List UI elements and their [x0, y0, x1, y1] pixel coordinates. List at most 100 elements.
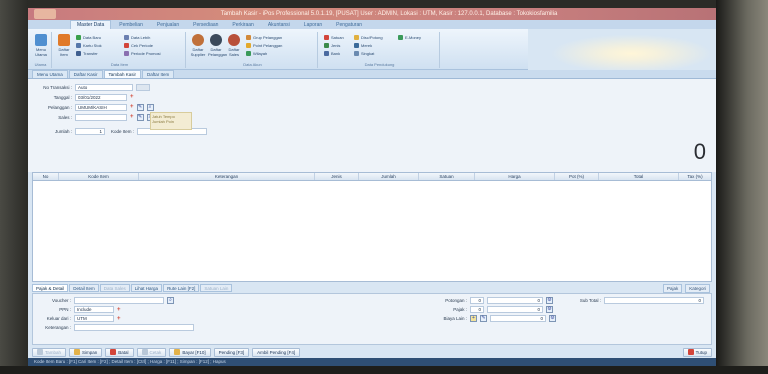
tab-data-sales[interactable]: Data Sales — [99, 284, 130, 292]
tutup-button[interactable]: Tutup — [682, 347, 712, 357]
sales-input[interactable] — [75, 113, 127, 121]
column-header[interactable]: Jumlah — [359, 173, 419, 180]
sub-total-row: Sub Total : 0 — [573, 297, 704, 304]
ribbon-tab-perkiraan[interactable]: Perkiraan — [226, 21, 259, 29]
pajak-settings-icon[interactable]: ⚙ — [546, 306, 553, 313]
column-header[interactable]: No — [33, 173, 59, 180]
singkat-button[interactable]: Singkat — [354, 51, 374, 56]
app-menu-button[interactable] — [34, 9, 56, 19]
menu-utama-button[interactable]: Menu Utama — [33, 34, 49, 57]
potongan-settings-icon[interactable]: ⚙ — [546, 297, 553, 304]
edit-sales-icon[interactable]: ✎ — [136, 113, 144, 121]
edit-pelanggan-icon[interactable]: ✎ — [136, 103, 144, 111]
cetak-button[interactable]: Cetak — [136, 347, 167, 357]
tab-satuan-lain[interactable]: Satuan Lain — [200, 284, 233, 292]
ribbon-tab-bar: Master Data Pembelian Penjualan Persedia… — [28, 20, 716, 29]
potongan-percent-input[interactable]: 0 — [470, 297, 484, 304]
merek-button[interactable]: Merek — [354, 43, 372, 48]
no-transaksi-row: No Transaksi : Auto — [32, 83, 150, 91]
ribbon-tab-pengaturan[interactable]: Pengaturan — [330, 21, 368, 29]
cek-periode-button[interactable]: Cek Periode — [124, 43, 153, 48]
biaya-lain-add-icon[interactable]: + — [470, 315, 477, 322]
add-sales-icon[interactable]: + — [130, 114, 134, 120]
star-icon — [246, 43, 251, 48]
add-pelanggan-icon[interactable]: + — [130, 104, 134, 110]
monitor-bezel-left — [0, 0, 28, 374]
grup-pelanggan-button[interactable]: Grup Pelanggan — [246, 35, 282, 40]
keluar-dari-dropdown-icon[interactable]: + — [117, 316, 121, 322]
column-header[interactable]: Kode Item — [59, 173, 139, 180]
tab-pajak-detail[interactable]: Pajak & Detail — [32, 284, 69, 292]
e-money-button[interactable]: E-Money — [398, 35, 421, 40]
ppn-dropdown-icon[interactable]: + — [117, 307, 121, 313]
detail-tab-bar: Pajak & Detail Detail Item Data Sales Li… — [32, 284, 233, 292]
ambil-pending-button[interactable]: Ambil Pending [F4] — [252, 347, 301, 357]
ribbon-tab-akuntansi[interactable]: Akuntansi — [262, 21, 296, 29]
biaya-lain-edit-icon[interactable]: ✎ — [480, 315, 487, 322]
keluar-dari-row: Keluar dari : UTM + — [46, 315, 121, 322]
doc-tab-menu-utama[interactable]: Menu Utama — [32, 70, 68, 78]
add-icon[interactable]: + — [130, 94, 134, 100]
disc-potong-button[interactable]: Disc/Potong — [354, 35, 383, 40]
simpan-button[interactable]: Simpan — [69, 347, 103, 357]
potongan-row: Potongan : 0 0 ⚙ — [445, 297, 553, 304]
bank-button[interactable]: Bank — [324, 51, 340, 56]
tab-detail-item[interactable]: Detail Item — [69, 284, 99, 292]
search-voucher-icon[interactable]: ⌕ — [167, 297, 174, 304]
kategori-link[interactable]: Kategori — [685, 284, 710, 293]
data-lebih-button[interactable]: Data Lebih — [124, 35, 150, 40]
daftar-supplier-button[interactable]: Daftar Supplier — [190, 34, 206, 57]
tambah-button[interactable]: Tambah — [32, 347, 67, 357]
transfer-button[interactable]: Transfer — [76, 51, 98, 56]
tab-rute-lain[interactable]: Rute Lain [F2] — [163, 284, 200, 292]
ribbon-tab-pembelian[interactable]: Pembelian — [113, 21, 149, 29]
keluar-dari-select[interactable]: UTM — [74, 315, 114, 322]
tanggal-input[interactable]: 03/01/2022 — [75, 93, 127, 101]
doc-tab-tambah-kasir[interactable]: Tambah Kasir — [103, 70, 142, 78]
pelanggan-input[interactable]: UMUM/KASIH — [75, 103, 127, 111]
daftar-item-button[interactable]: Daftar Item — [56, 34, 72, 57]
tab-lihat-harga[interactable]: Lihat Harga — [130, 284, 163, 292]
daftar-sales-button[interactable]: Daftar Sales — [226, 34, 242, 57]
doc-tab-daftar-kasir[interactable]: Daftar Kasir — [68, 70, 103, 78]
kartu-stok-button[interactable]: Kartu Stok — [76, 43, 102, 48]
column-header[interactable]: Keterangan — [139, 173, 315, 180]
biaya-lain-amount-input[interactable]: 0 — [490, 315, 546, 322]
no-transaksi-extra-field[interactable] — [136, 83, 150, 91]
keterangan-input[interactable] — [74, 324, 194, 331]
item-grid[interactable]: No Kode Item Keterangan Jenis Jumlah Sat… — [32, 172, 712, 282]
doc-tab-daftar-item[interactable]: Daftar Item — [142, 70, 175, 78]
ppn-select[interactable]: Include — [74, 306, 114, 313]
ribbon-tab-master-data[interactable]: Master Data — [70, 20, 112, 29]
ribbon-background-art — [528, 29, 716, 70]
ribbon-tab-persediaan[interactable]: Persediaan — [187, 21, 224, 29]
jenis-button[interactable]: Jenis — [324, 43, 340, 48]
biaya-lain-settings-icon[interactable]: ⚙ — [549, 315, 556, 322]
bayar-button[interactable]: Bayar [F10] — [169, 347, 211, 357]
no-transaksi-input[interactable]: Auto — [75, 83, 133, 91]
column-header[interactable]: Pot (%) — [555, 173, 599, 180]
data-baru-button[interactable]: Data Baru — [76, 35, 101, 40]
daftar-pelanggan-button[interactable]: Daftar Pelanggan — [208, 34, 227, 57]
pajak-amount-input[interactable]: 0 — [487, 306, 543, 313]
column-header[interactable]: Total — [599, 173, 679, 180]
pajak-percent-input[interactable]: 0 — [470, 306, 484, 313]
column-header[interactable]: Harga — [475, 173, 555, 180]
pending-button[interactable]: Pending [F3] — [213, 347, 250, 357]
satuan-button[interactable]: Satuan — [324, 35, 344, 40]
monitor-bezel-bottom — [0, 366, 768, 374]
search-pelanggan-icon[interactable]: ⌕ — [146, 103, 154, 111]
jumlah-input[interactable]: 1 — [75, 127, 105, 135]
ribbon-tab-laporan[interactable]: Laporan — [298, 21, 328, 29]
voucher-input[interactable] — [74, 297, 164, 304]
potongan-amount-input[interactable]: 0 — [487, 297, 543, 304]
pajak-link[interactable]: Pajak — [662, 284, 683, 293]
wilayah-button[interactable]: Wilayah — [246, 51, 267, 56]
column-header[interactable]: Tax (%) — [679, 173, 711, 180]
periode-promosi-button[interactable]: Periode Promosi — [124, 51, 161, 56]
point-pelanggan-button[interactable]: Point Pelanggan — [246, 43, 282, 48]
column-header[interactable]: Satuan — [419, 173, 475, 180]
batal-button[interactable]: Batal — [105, 347, 134, 357]
column-header[interactable]: Jenis — [315, 173, 359, 180]
ribbon-tab-penjualan[interactable]: Penjualan — [151, 21, 185, 29]
